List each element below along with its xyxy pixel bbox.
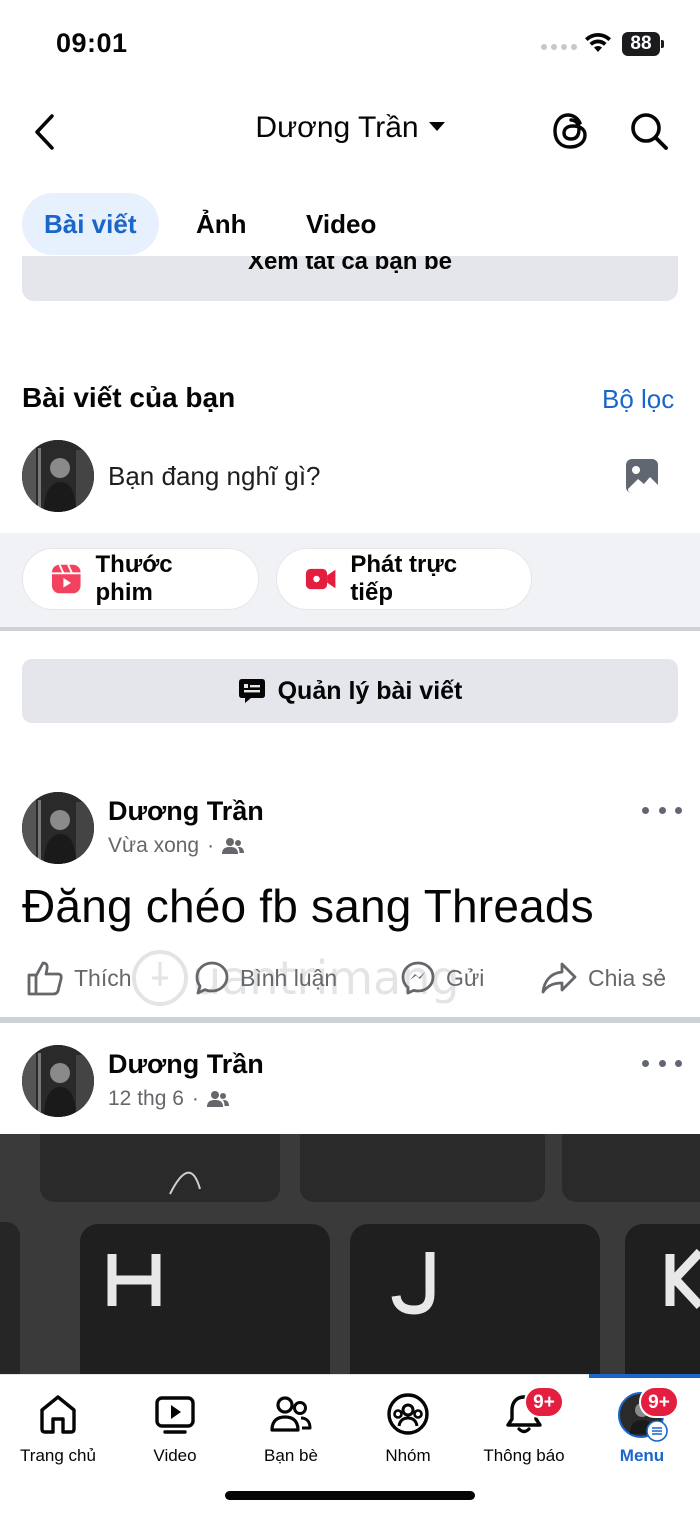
threads-icon: [553, 113, 587, 149]
nav-groups-label: Nhóm: [385, 1446, 431, 1465]
post-time: 12 thg 6: [108, 1087, 184, 1110]
nav-friends[interactable]: Bạn bè: [233, 1392, 349, 1466]
live-video-button[interactable]: Phát trực tiếp: [276, 548, 532, 610]
keyboard-photo: [0, 1134, 700, 1374]
video-icon: [155, 1396, 195, 1434]
avatar-photo: [22, 1045, 94, 1117]
nav-groups[interactable]: Nhóm: [350, 1392, 466, 1466]
menu-lines-icon: [646, 1420, 668, 1442]
manage-posts-label: Quản lý bài viết: [277, 676, 463, 705]
threads-button[interactable]: [546, 106, 596, 156]
avatar-photo: [22, 440, 94, 512]
nav-menu-label: Menu: [619, 1446, 665, 1465]
manage-posts-button[interactable]: Quản lý bài viết: [22, 659, 678, 723]
menu-badge: 9+: [639, 1386, 679, 1418]
post-author[interactable]: Dương Trần: [108, 796, 264, 827]
comment-button[interactable]: Bình luận: [194, 960, 337, 996]
post-image[interactable]: [0, 1134, 700, 1374]
reels-icon: [51, 564, 81, 594]
live-video-label: Phát trực tiếp: [350, 551, 458, 606]
share-button[interactable]: Chia sẻ: [540, 960, 666, 996]
page-title: Dương Trần: [255, 111, 419, 144]
live-video-icon: [305, 568, 336, 590]
search-icon: [631, 113, 668, 150]
wifi-icon: [585, 32, 611, 52]
reels-button[interactable]: Thước phim: [22, 548, 259, 610]
post-time: Vừa xong: [108, 834, 200, 857]
avatar[interactable]: [22, 792, 94, 864]
avatar-photo: [22, 792, 94, 864]
nav-home-label: Trang chủ: [20, 1446, 96, 1465]
divider: [0, 627, 700, 631]
post-author[interactable]: Dương Trần: [108, 1049, 264, 1080]
nav-home[interactable]: Trang chủ: [0, 1392, 116, 1466]
see-all-friends-label: Xem tất cả bạn bè: [247, 256, 453, 275]
cellular-signal-icon: [541, 44, 577, 50]
manage-posts-icon: [238, 679, 265, 703]
see-all-friends-button[interactable]: Xem tất cả bạn bè: [22, 256, 678, 301]
comment-label: Bình luận: [240, 964, 338, 991]
like-label: Thích: [74, 964, 132, 991]
reels-label: Thước phim: [95, 551, 173, 606]
composer-input[interactable]: Bạn đang nghĩ gì?: [108, 461, 321, 492]
tab-posts[interactable]: Bài viết: [22, 193, 159, 255]
home-icon: [40, 1395, 76, 1434]
post-meta: Vừa xong ·: [108, 834, 245, 858]
nav-notifications-label: Thông báo: [483, 1446, 565, 1465]
comment-icon: [195, 961, 229, 995]
notifications-badge: 9+: [524, 1386, 564, 1418]
nav-video[interactable]: Video: [117, 1392, 233, 1466]
post-more-button[interactable]: [642, 800, 682, 820]
send-button[interactable]: Gửi: [400, 960, 484, 996]
like-icon: [27, 961, 63, 996]
send-label: Gửi: [446, 964, 485, 991]
avatar[interactable]: [22, 1045, 94, 1117]
nav-video-label: Video: [153, 1446, 197, 1465]
search-button[interactable]: [624, 106, 674, 156]
friends-icon: [222, 838, 245, 854]
avatar[interactable]: [22, 440, 94, 512]
status-time: 09:01: [56, 28, 128, 58]
battery-indicator: 88: [622, 32, 664, 56]
share-label: Chia sẻ: [588, 964, 666, 991]
tab-video[interactable]: Video: [284, 193, 398, 255]
post-more-button[interactable]: [642, 1053, 682, 1073]
divider: [0, 1017, 700, 1023]
share-icon: [541, 962, 577, 994]
meta-dot: ·: [191, 1087, 199, 1110]
post-meta: 12 thg 6 ·: [108, 1087, 229, 1111]
section-title: Bài viết của bạn: [22, 382, 236, 413]
photo-icon[interactable]: [624, 457, 660, 495]
meta-dot: ·: [207, 834, 215, 857]
groups-icon: [387, 1393, 429, 1435]
friends-icon: [270, 1396, 312, 1432]
active-tab-indicator: [589, 1374, 700, 1378]
messenger-icon: [401, 961, 435, 995]
caret-down-icon: [428, 121, 445, 131]
filter-link[interactable]: Bộ lọc: [602, 384, 674, 415]
tab-photos[interactable]: Ảnh: [174, 193, 269, 255]
home-indicator: [225, 1491, 475, 1500]
post-text: Đăng chéo fb sang Threads: [22, 880, 594, 932]
friends-icon: [206, 1091, 229, 1107]
nav-friends-label: Bạn bè: [264, 1446, 318, 1465]
like-button[interactable]: Thích: [26, 960, 132, 996]
